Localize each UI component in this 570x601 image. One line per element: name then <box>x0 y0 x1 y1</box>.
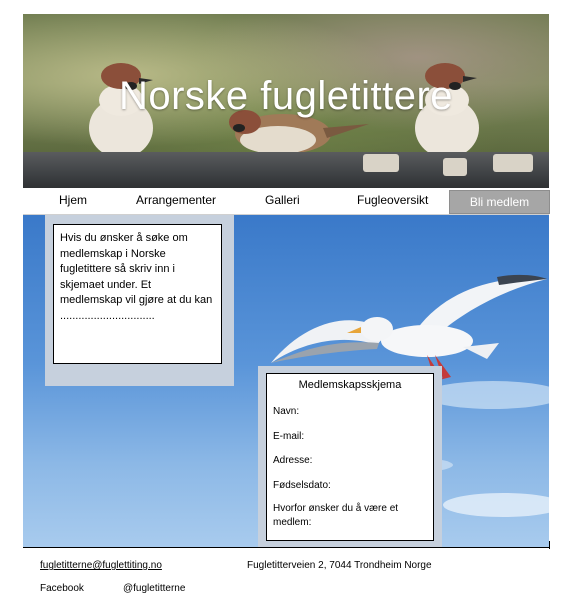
nav-item-galleri[interactable]: Galleri <box>265 193 300 207</box>
main-nav: Hjem Arrangementer Galleri Fugleoversikt… <box>23 188 550 215</box>
fence-rail <box>23 152 549 188</box>
footer-address: Fugletitterveien 2, 7044 Trondheim Norge <box>247 560 432 571</box>
header-banner: Norske fugletittere <box>23 14 549 188</box>
join-button[interactable]: Bli medlem <box>449 190 550 214</box>
rail-spot <box>363 154 399 172</box>
rail-spot <box>493 154 533 172</box>
name-field-label[interactable]: Navn: <box>273 406 299 417</box>
footer-facebook-handle[interactable]: @fugletitterne <box>123 583 185 594</box>
membership-form: Medlemskapsskjema Navn: E-mail: Adresse:… <box>266 373 434 541</box>
nav-item-arrangementer[interactable]: Arrangementer <box>136 193 216 207</box>
footer-divider <box>23 547 549 548</box>
email-field-label[interactable]: E-mail: <box>273 431 304 442</box>
form-title: Medlemskapsskjema <box>298 379 402 391</box>
nav-item-fugleoversikt[interactable]: Fugleoversikt <box>357 193 428 207</box>
site-title: Norske fugletittere <box>118 74 454 118</box>
intro-text: Hvis du ønsker å søke om medlemskap i No… <box>53 224 222 364</box>
motivation-field-label[interactable]: Hvorfor ønsker du å være et medlem: <box>273 502 423 530</box>
footer-facebook-label[interactable]: Facebook <box>40 583 84 594</box>
birthdate-field-label[interactable]: Fødselsdato: <box>273 480 331 491</box>
nav-item-hjem[interactable]: Hjem <box>59 193 87 207</box>
rail-spot <box>443 158 467 176</box>
address-field-label[interactable]: Adresse: <box>273 455 312 466</box>
footer-email-link[interactable]: fugletitterne@fuglettiting.no <box>40 560 162 571</box>
footer-divider-tick <box>549 541 550 549</box>
